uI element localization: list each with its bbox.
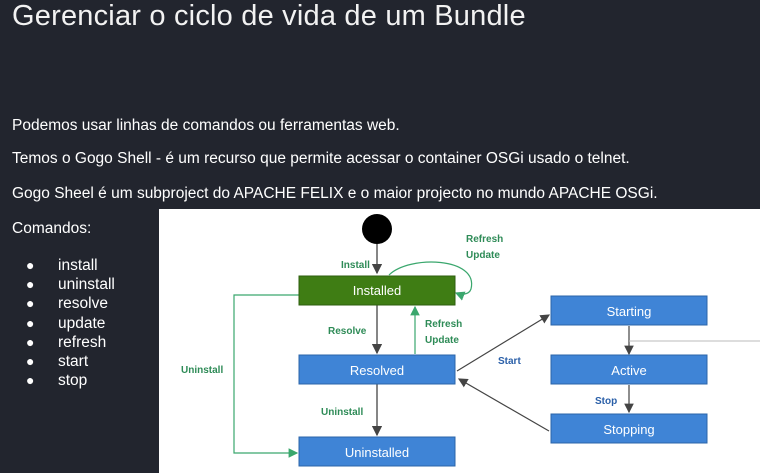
initial-state-dot	[362, 214, 392, 244]
label-update-top: Update	[466, 250, 500, 261]
stopping-to-resolved-arrow	[457, 378, 550, 432]
command-item-uninstall: ● uninstall	[26, 276, 115, 294]
slide-title: Gerenciar o ciclo de vida de um Bundle	[12, 0, 526, 32]
command-item-update: ● update	[26, 314, 106, 332]
command-item-start: ● start	[26, 353, 89, 371]
lifecycle-svg: Installed Resolved Uninstalled Starting …	[181, 214, 760, 467]
state-active-label: Active	[611, 363, 646, 378]
label-update-mid: Update	[425, 335, 459, 346]
label-refresh-top: Refresh	[466, 234, 503, 245]
bullet-icon: ●	[26, 353, 35, 370]
label-install: Install	[341, 260, 370, 271]
label-start: Start	[498, 356, 521, 367]
commands-heading: Comandos:	[12, 220, 92, 237]
state-stopping-label: Stopping	[603, 422, 654, 437]
label-resolve: Resolve	[328, 326, 367, 337]
bullet-icon: ●	[26, 372, 35, 389]
bullet-icon: ●	[26, 257, 35, 273]
command-item-refresh: ● refresh	[26, 333, 107, 351]
label-refresh-mid: Refresh	[425, 319, 462, 330]
state-resolved-label: Resolved	[350, 363, 404, 378]
bundle-lifecycle-diagram: Installed Resolved Uninstalled Starting …	[159, 209, 760, 473]
state-installed-label: Installed	[353, 283, 401, 298]
paragraph-apache-felix: Gogo Sheel é um subproject do APACHE FEL…	[12, 185, 658, 202]
paragraph-gogo-shell: Temos o Gogo Shell - é um recurso que pe…	[12, 150, 630, 167]
state-starting-label: Starting	[607, 304, 652, 319]
label-stop: Stop	[595, 396, 617, 407]
command-item-resolve: ● resolve	[26, 295, 108, 313]
command-item-stop: ● stop	[26, 372, 88, 390]
bullet-icon: ●	[26, 333, 35, 350]
command-item-install: ● install	[26, 257, 98, 274]
label-uninstall-left: Uninstall	[181, 365, 223, 376]
bullet-icon: ●	[26, 295, 35, 312]
uninstall-left-path	[233, 294, 299, 458]
commands-list: ● install ● uninstall ● resolve ● update ● re…	[26, 256, 115, 390]
bullet-icon: ●	[26, 276, 35, 293]
paragraph-web-tools: Podemos usar linhas de comandos ou ferra…	[12, 117, 400, 134]
label-uninstall-bottom: Uninstall	[321, 407, 363, 418]
state-uninstalled-label: Uninstalled	[345, 445, 409, 460]
bullet-icon: ●	[26, 314, 35, 331]
